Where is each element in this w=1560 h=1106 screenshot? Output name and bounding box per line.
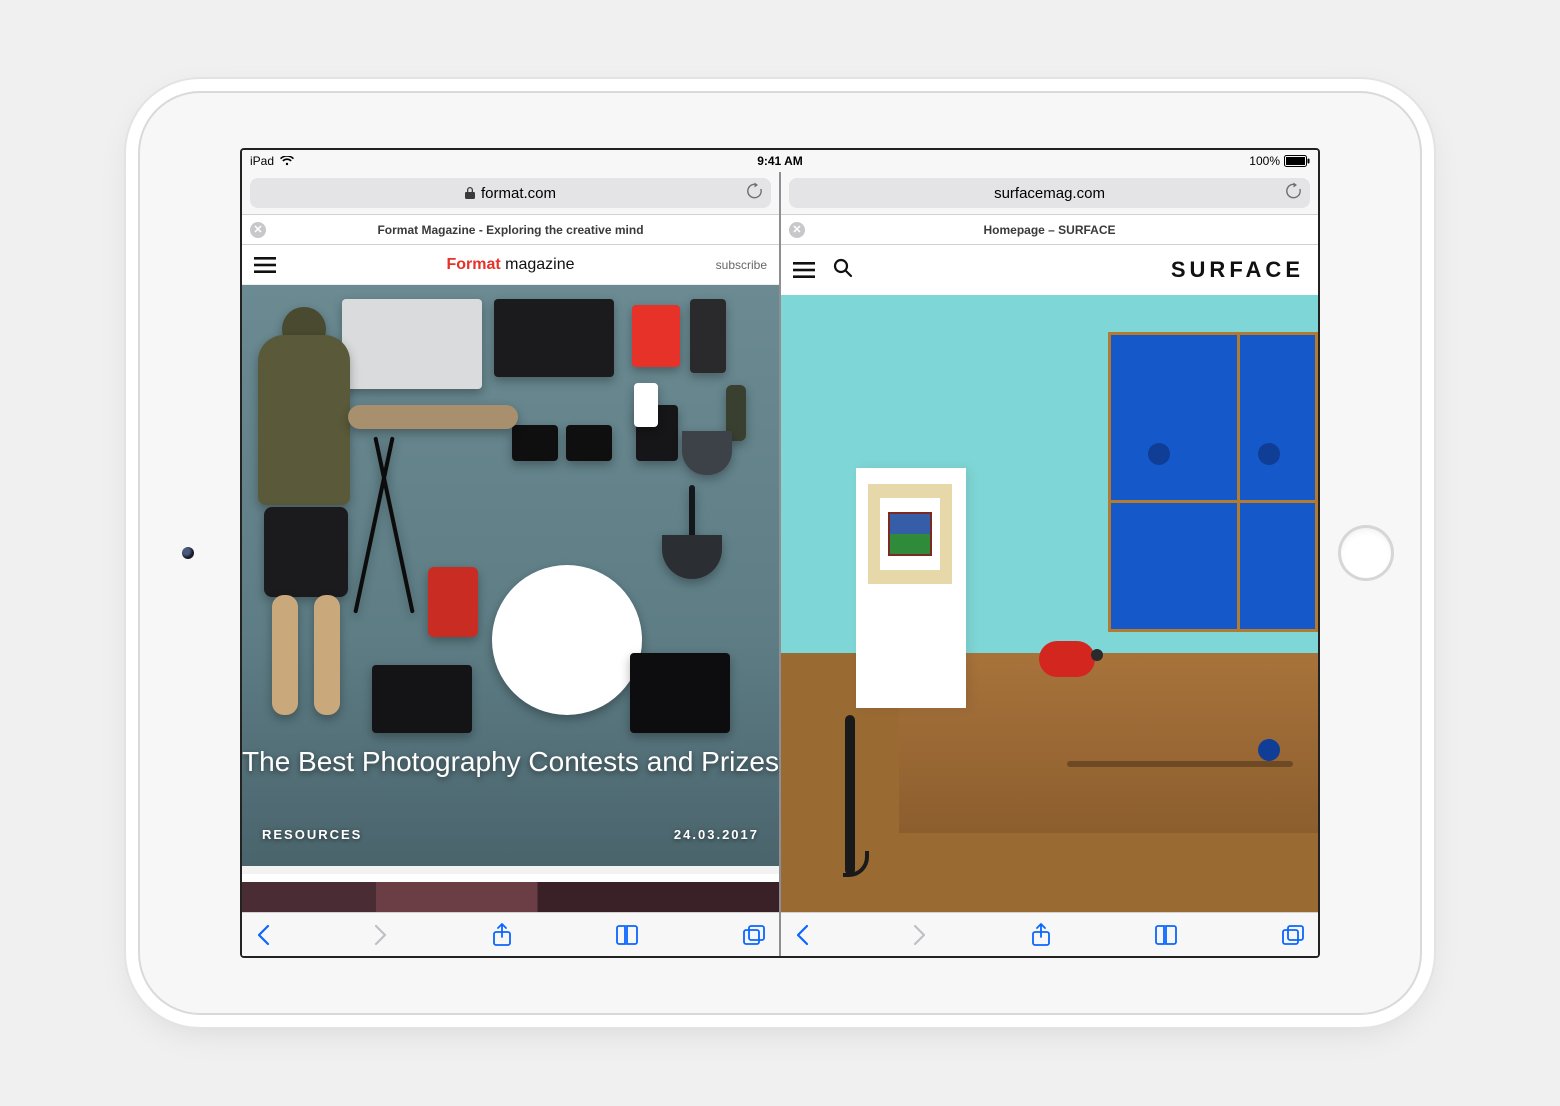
battery-icon [1284,155,1310,167]
address-bar-row: surfacemag.com [781,172,1318,215]
hamburger-icon[interactable] [254,257,276,273]
subscribe-link[interactable]: subscribe [716,258,767,272]
battery-label: 100% [1249,154,1280,168]
toolbar-left [242,912,779,956]
url-text: surfacemag.com [994,185,1105,202]
page-content-left: Format magazine subscribe [242,245,779,912]
address-bar-row: format.com [242,172,779,215]
hero-category: RESOURCES [262,827,362,842]
next-article-peek[interactable] [242,866,779,912]
hero-article[interactable]: The Best Photography Contests and Prizes… [242,285,779,866]
clock: 9:41 AM [757,154,803,168]
address-bar[interactable]: surfacemag.com [789,178,1310,208]
tabs-button[interactable] [1282,925,1304,945]
page-title: Format Magazine - Exploring the creative… [377,223,643,237]
reload-icon[interactable] [746,183,763,204]
back-button[interactable] [256,924,270,946]
page-content-right: SURFACE [781,245,1318,912]
site-brand-surface[interactable]: SURFACE [1171,257,1304,283]
carrier-label: iPad [250,154,274,168]
wifi-icon [280,156,294,166]
hamburger-icon[interactable] [793,262,815,278]
reload-icon[interactable] [1285,183,1302,204]
hero-image-interior[interactable] [781,295,1318,912]
lock-icon [465,187,475,199]
brand-word-2: magazine [505,256,574,273]
page-title-row: ✕ Format Magazine - Exploring the creati… [242,215,779,245]
bookmarks-button[interactable] [1154,925,1178,945]
hero-title: The Best Photography Contests and Prizes [242,744,779,780]
site-header-format: Format magazine subscribe [242,245,779,285]
close-pane-button[interactable]: ✕ [250,222,266,238]
hero-date: 24.03.2017 [674,827,759,842]
pane-left: format.com ✕ Format Magazine - Exploring… [242,172,779,956]
safari-split-view: format.com ✕ Format Magazine - Exploring… [242,172,1318,956]
close-pane-button[interactable]: ✕ [789,222,805,238]
page-title: Homepage – SURFACE [983,223,1115,237]
site-brand-format[interactable]: Format magazine [446,256,574,274]
search-icon[interactable] [833,258,853,283]
url-text: format.com [481,185,556,202]
page-title-row: ✕ Homepage – SURFACE [781,215,1318,245]
bookmarks-button[interactable] [615,925,639,945]
share-button[interactable] [1031,923,1051,947]
status-bar: iPad 9:41 AM 100% [242,150,1318,172]
site-header-surface: SURFACE [781,245,1318,295]
tabs-button[interactable] [743,925,765,945]
screen: iPad 9:41 AM 100% [240,148,1320,958]
address-bar[interactable]: format.com [250,178,771,208]
forward-button[interactable] [374,924,388,946]
forward-button[interactable] [913,924,927,946]
brand-word-1: Format [446,256,500,273]
ipad-device-frame: iPad 9:41 AM 100% [140,93,1420,1013]
share-button[interactable] [492,923,512,947]
front-camera [182,547,194,559]
back-button[interactable] [795,924,809,946]
pane-right: surfacemag.com ✕ Homepage – SURFACE [779,172,1318,956]
toolbar-right [781,912,1318,956]
home-button[interactable] [1338,525,1394,581]
